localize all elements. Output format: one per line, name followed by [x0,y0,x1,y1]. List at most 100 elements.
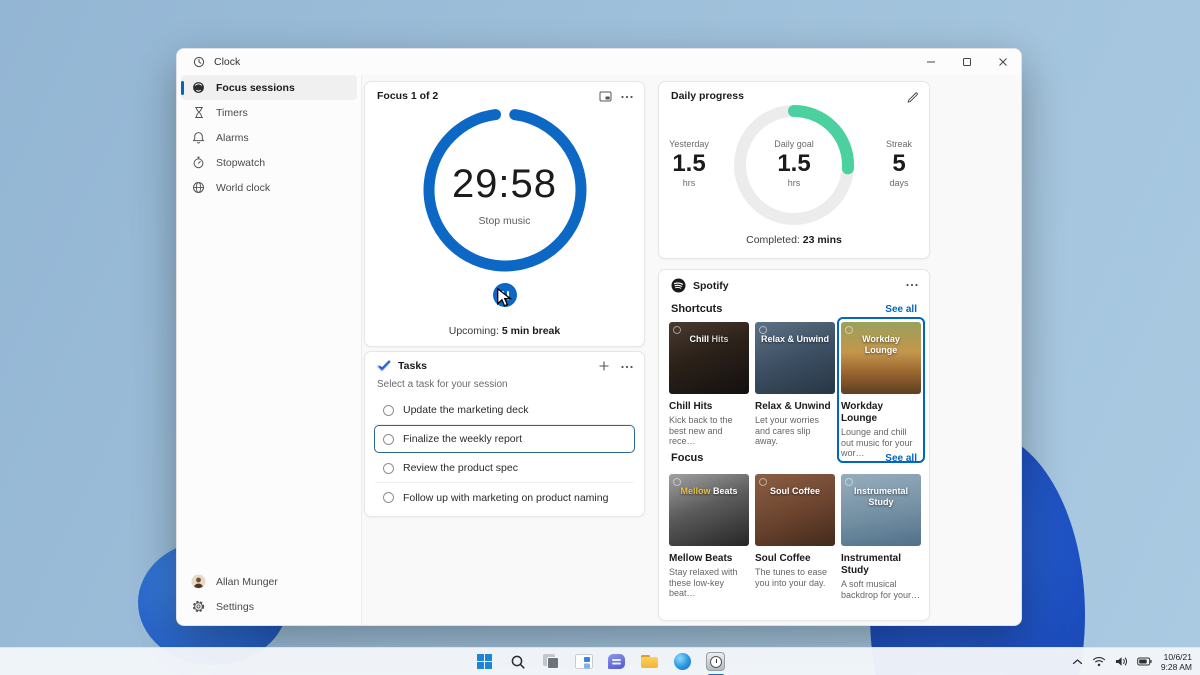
playlist-title: Chill Hits [669,401,749,413]
completed-status: Completed: 23 mins [659,234,929,246]
radio-button[interactable] [383,463,394,474]
start-button[interactable] [473,650,497,674]
tasks-card-title: Tasks [398,360,427,372]
task-view-button[interactable] [539,650,563,674]
radio-button[interactable] [383,492,394,503]
playlist-tile-workday-lounge[interactable]: Workday Lounge Workday Lounge Lounge and… [841,322,921,459]
sidebar-item-account[interactable]: Allan Munger [181,569,357,594]
task-label: Finalize the weekly report [403,433,522,445]
sidebar-item-label: Alarms [216,132,249,144]
spotify-icon [671,278,686,293]
spotify-icon [845,478,853,486]
task-row[interactable]: Follow up with marketing on product nami… [375,483,634,512]
task-row[interactable]: Review the product spec [375,454,634,483]
focus-see-all-link[interactable]: See all [885,453,917,464]
battery-icon[interactable] [1137,657,1152,666]
playlist-title: Instrumental Study [841,553,921,577]
pencil-icon[interactable] [906,90,919,103]
stop-music-label[interactable]: Stop music [365,215,644,227]
playlist-tile-mellow-beats[interactable]: Mellow Beats Mellow Beats Stay relaxed w… [669,474,749,600]
spotify-icon [673,326,681,334]
sidebar-item-timers[interactable]: Timers [181,100,357,125]
timers-icon [191,106,206,119]
file-explorer-button[interactable] [638,650,662,674]
task-label: Follow up with marketing on product nami… [403,492,608,504]
sidebar-item-label: Focus sessions [216,82,295,94]
playlist-desc: Stay relaxed with these low-key beat… [669,567,749,599]
yesterday-stat: Yesterday 1.5 hrs [660,138,718,189]
stopwatch-icon [191,156,206,169]
sidebar: Focus sessions Timers Alarms [177,75,362,625]
settings-label: Settings [216,601,254,613]
playlist-desc: Let your worries and cares slip away. [755,415,835,447]
widgets-icon [575,654,593,669]
playlist-tile-chill-hits[interactable]: Chill Hits Chill Hits Kick back to the b… [669,322,749,459]
chat-button[interactable] [605,650,629,674]
chevron-up-icon[interactable] [1072,658,1083,666]
wifi-icon[interactable] [1092,656,1106,667]
more-icon[interactable] [620,90,634,103]
sidebar-item-label: Timers [216,107,248,119]
sidebar-item-settings[interactable]: Settings [181,594,357,619]
more-icon[interactable] [905,278,919,291]
add-task-icon[interactable] [598,360,610,372]
task-row-selected[interactable]: Finalize the weekly report [375,425,634,454]
task-row[interactable]: Update the marketing deck [375,396,634,425]
playlist-tile-instrumental-study[interactable]: Instrumental Study Instrumental Study A … [841,474,921,600]
playlist-desc: The tunes to ease you into your day. [755,567,835,588]
sidebar-item-stopwatch[interactable]: Stopwatch [181,150,357,175]
playlist-tile-soul-coffee[interactable]: Soul Coffee Soul Coffee The tunes to eas… [755,474,835,600]
taskbar-date: 10/6/21 [1161,652,1192,662]
task-label: Review the product spec [403,462,518,474]
radio-button[interactable] [383,434,394,445]
focus-card-title: Focus 1 of 2 [377,90,438,102]
search-icon [510,654,526,670]
sidebar-item-alarms[interactable]: Alarms [181,125,357,150]
album-art: Relax & Unwind [755,322,835,394]
volume-icon[interactable] [1115,656,1128,667]
search-button[interactable] [506,650,530,674]
playlist-title: Relax & Unwind [755,401,835,413]
clock-app-taskbar-button[interactable] [704,650,728,674]
avatar [191,574,206,589]
pip-icon[interactable] [599,90,612,103]
edge-button[interactable] [671,650,695,674]
spotify-card: Spotify Shortcuts See all Chill Hits [658,269,930,621]
taskbar-time: 9:28 AM [1161,662,1192,672]
window-title: Clock [214,56,240,68]
playlist-desc: A soft musical backdrop for your… [841,579,921,600]
daily-progress-card: Daily progress Yesterday 1.5 hrs [658,81,930,259]
focus-heading: Focus [671,452,703,464]
focus-sessions-icon [191,81,206,94]
sidebar-item-label: World clock [216,182,270,194]
taskbar-clock[interactable]: 10/6/21 9:28 AM [1161,652,1192,672]
tasks-card: Tasks Select a task for your session Upd… [364,351,645,517]
upcoming-value: 5 min break [502,325,560,337]
playlist-title: Workday Lounge [841,401,921,425]
shortcuts-see-all-link[interactable]: See all [885,304,917,315]
more-icon[interactable] [620,360,634,373]
start-icon [477,654,493,670]
close-button[interactable] [985,49,1021,75]
file-explorer-icon [641,655,658,668]
sidebar-item-world-clock[interactable]: World clock [181,175,357,200]
task-label: Update the marketing deck [403,404,529,416]
album-art: Instrumental Study [841,474,921,546]
mouse-cursor [496,288,514,307]
taskbar: 10/6/21 9:28 AM [0,647,1200,675]
playlist-tile-relax-unwind[interactable]: Relax & Unwind Relax & Unwind Let your w… [755,322,835,459]
tasks-subtitle: Select a task for your session [377,379,508,390]
radio-button[interactable] [383,405,394,416]
minimize-button[interactable] [913,49,949,75]
clock-app-icon [706,652,725,671]
timer-remaining: 29:58 [365,162,644,207]
widgets-button[interactable] [572,650,596,674]
album-art: Workday Lounge [841,322,921,394]
upcoming-label: Upcoming: [449,325,499,337]
sidebar-item-focus-sessions[interactable]: Focus sessions [181,75,357,100]
edge-icon [674,653,691,670]
spotify-icon [673,478,681,486]
maximize-button[interactable] [949,49,985,75]
clock-window: Clock Focus sessions [176,48,1022,626]
album-art: Chill Hits [669,322,749,394]
